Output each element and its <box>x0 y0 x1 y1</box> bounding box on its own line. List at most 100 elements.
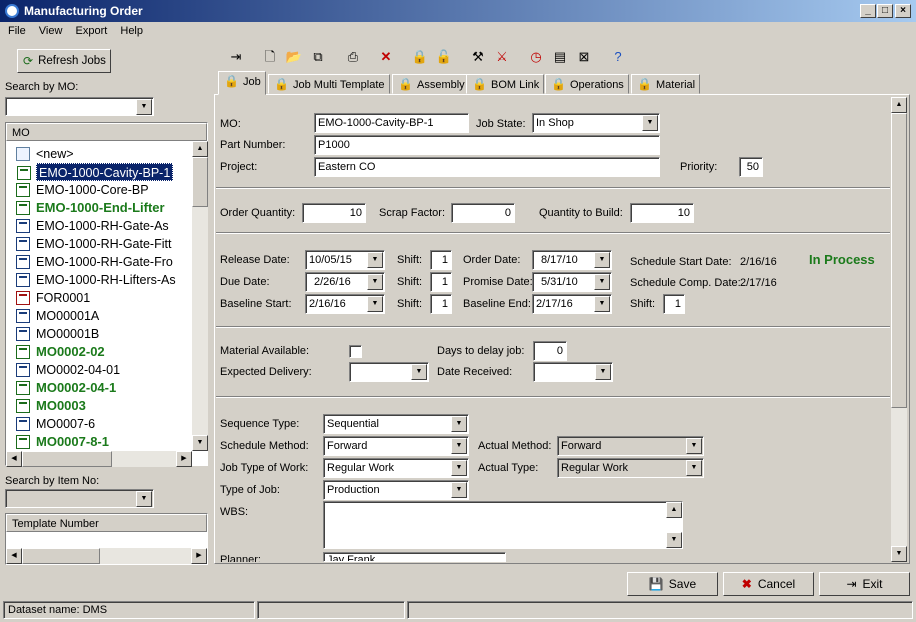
chevron-down-icon[interactable]: ▼ <box>594 274 610 290</box>
lock-icon[interactable]: 🔒 <box>410 47 430 67</box>
tree-item[interactable]: EMO-1000-RH-Gate-As <box>16 217 169 235</box>
tab-job-multi-template[interactable]: 🔒 Job Multi Template <box>268 74 390 94</box>
scroll-up-icon[interactable]: ▲ <box>666 502 682 518</box>
maximize-button[interactable]: □ <box>877 4 893 18</box>
menu-export[interactable]: Export <box>76 25 108 37</box>
tree-item[interactable]: MO0003 <box>16 397 86 415</box>
unlock-icon[interactable]: 🔓 <box>434 47 454 67</box>
scroll-down-icon[interactable]: ▼ <box>666 532 682 548</box>
scroll-up-icon[interactable]: ▲ <box>891 97 907 113</box>
minimize-button[interactable]: _ <box>860 4 876 18</box>
chevron-down-icon[interactable]: ▼ <box>595 364 611 380</box>
print-icon[interactable]: ⎙ <box>343 47 363 67</box>
scroll-down-icon[interactable]: ▼ <box>192 435 208 451</box>
scroll-thumb[interactable] <box>192 157 208 207</box>
cancel-job-icon[interactable]: ⚔ <box>492 47 512 67</box>
chevron-down-icon[interactable]: ▼ <box>686 438 702 454</box>
scroll-up-icon[interactable]: ▲ <box>192 141 208 157</box>
menu-help[interactable]: Help <box>120 25 143 37</box>
scroll-left-icon[interactable]: ◀ <box>6 548 22 564</box>
template-horizontal-scrollbar[interactable]: ◀ ▶ <box>6 548 207 564</box>
tab-bom-link[interactable]: 🔒 BOM Link <box>466 74 545 94</box>
menu-view[interactable]: View <box>39 25 63 37</box>
tree-item[interactable]: EMO-1000-Core-BP <box>16 181 149 199</box>
sequence-type-dropdown[interactable]: Sequential ▼ <box>323 414 469 434</box>
release-date-picker[interactable]: 10/05/15 ▼ <box>305 250 385 270</box>
scroll-right-icon[interactable]: ▶ <box>176 451 192 467</box>
new-document-icon[interactable]: 🗋 <box>260 47 280 67</box>
tree-item[interactable]: FOR0001 <box>16 289 90 307</box>
shift-field-baseline[interactable]: 1 <box>430 294 452 314</box>
chevron-down-icon[interactable]: ▼ <box>686 460 702 476</box>
tree-item[interactable]: MO00001B <box>16 325 99 343</box>
template-column-header[interactable]: Template Number <box>6 514 207 532</box>
tree-item[interactable]: EMO-1000-RH-Lifters-As <box>16 271 176 289</box>
order-date-picker[interactable]: 8/17/10 ▼ <box>532 250 612 270</box>
baseline-start-picker[interactable]: 2/16/16 ▼ <box>305 294 385 314</box>
type-of-job-dropdown[interactable]: Production ▼ <box>323 480 469 500</box>
tree-item[interactable]: EMO-1000-End-Lifter <box>16 199 165 217</box>
due-date-picker[interactable]: 2/26/16 ▼ <box>305 272 385 292</box>
chevron-down-icon[interactable]: ▼ <box>594 252 610 268</box>
chevron-down-icon[interactable]: ▼ <box>367 274 383 290</box>
tree-item[interactable]: EMO-1000-RH-Gate-Fitt <box>16 235 171 253</box>
cancel-button[interactable]: ✖ Cancel <box>723 572 814 596</box>
search-item-dropdown[interactable]: ▼ <box>5 489 154 508</box>
chevron-down-icon[interactable]: ▼ <box>642 115 658 131</box>
chevron-down-icon[interactable]: ▼ <box>136 491 152 507</box>
release-job-icon[interactable]: ⚒ <box>468 47 488 67</box>
search-mo-dropdown[interactable]: ▼ <box>5 97 154 116</box>
tree-item[interactable]: MO0002-02 <box>16 343 105 361</box>
job-state-dropdown[interactable]: In Shop ▼ <box>532 113 660 133</box>
form-scroll-thumb[interactable] <box>891 113 907 408</box>
scrap-factor-field[interactable]: 0 <box>451 203 515 223</box>
shift-field-release[interactable]: 1 <box>430 250 452 270</box>
tree-vertical-scrollbar[interactable]: ▲ ▼ <box>192 141 208 451</box>
tree-horizontal-scrollbar[interactable]: ◀ ▶ <box>6 451 192 467</box>
chevron-down-icon[interactable]: ▼ <box>367 296 383 312</box>
material-available-checkbox[interactable] <box>349 345 362 358</box>
chevron-down-icon[interactable]: ▼ <box>451 438 467 454</box>
tree-item[interactable]: MO0007-8-1 <box>16 433 109 450</box>
exit-button[interactable]: ⇥ Exit <box>819 572 910 596</box>
schedule-icon[interactable]: ▤ <box>550 47 570 67</box>
form-vertical-scrollbar[interactable]: ▲ ▼ <box>891 97 907 562</box>
tree-item[interactable]: MO0002-04-1 <box>16 379 116 397</box>
tree-item[interactable]: MO0002-04-01 <box>16 361 120 379</box>
copy-icon[interactable]: ⧉ <box>308 47 328 67</box>
schedule-method-dropdown[interactable]: Forward ▼ <box>323 436 469 456</box>
baseline-end-picker[interactable]: 2/17/16 ▼ <box>532 294 612 314</box>
part-number-field[interactable]: P1000 <box>314 135 660 155</box>
import-icon[interactable]: ⇥ <box>226 47 246 67</box>
shift-field-schedule[interactable]: 1 <box>663 294 685 314</box>
tab-assembly[interactable]: 🔒 Assembly <box>392 74 470 94</box>
scroll-down-icon[interactable]: ▼ <box>891 546 907 562</box>
close-window-button[interactable]: × <box>895 4 911 18</box>
wbs-textarea[interactable]: ▲ ▼ <box>323 501 683 549</box>
order-quantity-field[interactable]: 10 <box>302 203 366 223</box>
menu-file[interactable]: File <box>8 25 26 37</box>
clock-icon[interactable]: ◷ <box>526 47 546 67</box>
delete-icon[interactable]: ✕ <box>376 47 396 67</box>
scroll-right-icon[interactable]: ▶ <box>191 548 207 564</box>
tree-item[interactable]: MO00001A <box>16 307 99 325</box>
days-delay-field[interactable]: 0 <box>533 341 567 361</box>
scroll-left-icon[interactable]: ◀ <box>6 451 22 467</box>
chevron-down-icon[interactable]: ▼ <box>136 99 152 115</box>
save-button[interactable]: 💾 Save <box>627 572 718 596</box>
chevron-down-icon[interactable]: ▼ <box>367 252 383 268</box>
help-icon[interactable]: ? <box>608 47 628 67</box>
project-field[interactable]: Eastern CO <box>314 157 660 177</box>
hscroll-thumb[interactable] <box>22 548 100 564</box>
priority-field[interactable]: 50 <box>739 157 763 177</box>
tab-material[interactable]: 🔒 Material <box>631 74 701 94</box>
tree-item[interactable]: EMO-1000-RH-Gate-Fro <box>16 253 173 271</box>
quantity-to-build-field[interactable]: 10 <box>630 203 694 223</box>
chevron-down-icon[interactable]: ▼ <box>411 364 427 380</box>
tree-item[interactable]: MO0007-6 <box>16 415 95 433</box>
tab-job[interactable]: 🔒 Job <box>218 71 266 95</box>
mo-field[interactable]: EMO-1000-Cavity-BP-1 <box>314 113 469 133</box>
planner-dropdown[interactable]: Jay Frank <box>323 552 506 562</box>
shift-field-due[interactable]: 1 <box>430 272 452 292</box>
actual-type-dropdown[interactable]: Regular Work ▼ <box>557 458 704 478</box>
